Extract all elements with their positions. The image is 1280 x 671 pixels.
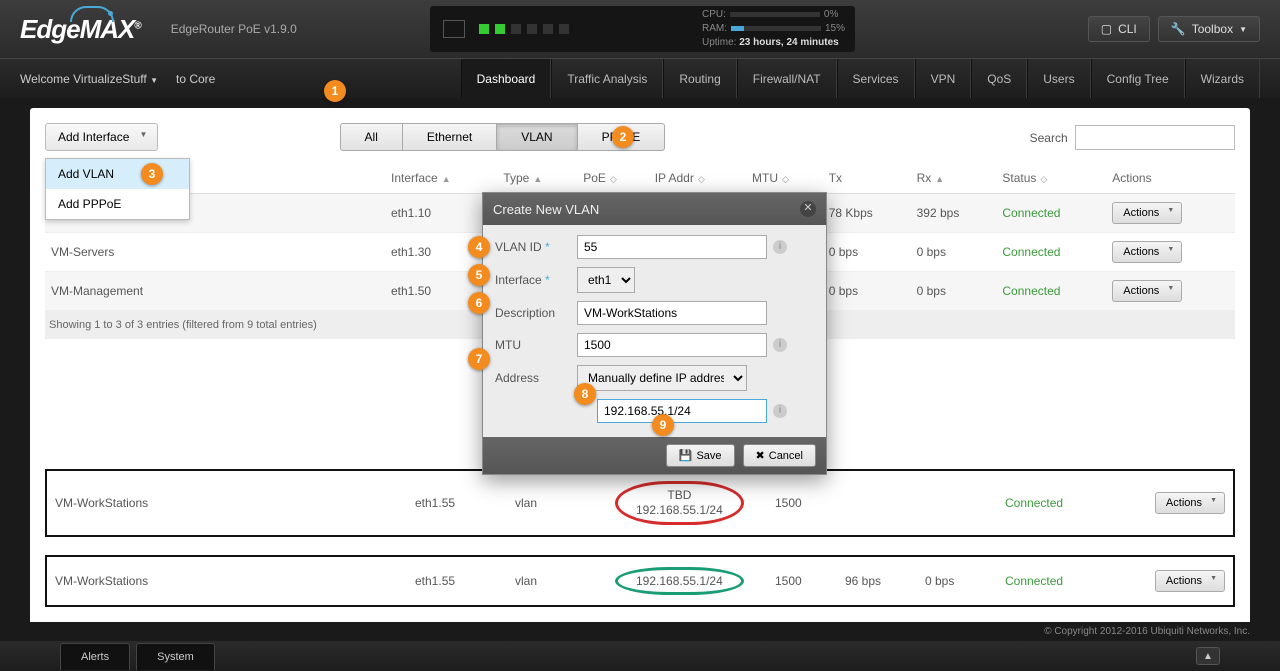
row-actions-button[interactable]: Actions bbox=[1155, 492, 1225, 514]
cli-button[interactable]: ▢CLI bbox=[1088, 16, 1150, 42]
col-tx[interactable]: Tx bbox=[823, 163, 911, 194]
tab-dashboard[interactable]: Dashboard bbox=[461, 59, 552, 98]
modal-title: Create New VLAN bbox=[493, 202, 599, 217]
to-core-link[interactable]: to Core bbox=[176, 72, 215, 86]
add-interface-button[interactable]: Add Interface bbox=[45, 123, 158, 151]
col-ip[interactable]: IP Addr◇ bbox=[649, 163, 746, 194]
footer-tab-system[interactable]: System bbox=[136, 643, 215, 670]
tab-config-tree[interactable]: Config Tree bbox=[1091, 59, 1185, 98]
info-icon[interactable]: i bbox=[773, 404, 787, 418]
step-badge-9: 9 bbox=[652, 414, 674, 436]
step-badge-7: 7 bbox=[468, 348, 490, 370]
logo: EdgeMAX® bbox=[20, 14, 141, 45]
step-badge-3: 3 bbox=[141, 163, 163, 185]
col-type[interactable]: Type▲ bbox=[497, 163, 577, 194]
save-icon: 💾 bbox=[679, 449, 693, 462]
search-box: Search bbox=[1030, 125, 1235, 150]
address-label: Address bbox=[495, 371, 577, 385]
top-bar: EdgeMAX® EdgeRouter PoE v1.9.0 CPU:0% RA… bbox=[0, 0, 1280, 58]
cancel-icon: ✖ bbox=[756, 449, 765, 462]
product-name: EdgeRouter PoE v1.9.0 bbox=[171, 22, 297, 36]
led-2 bbox=[495, 24, 505, 34]
step-badge-4: 4 bbox=[468, 236, 490, 258]
system-panel: CPU:0% RAM:15% Uptime: 23 hours, 24 minu… bbox=[430, 6, 855, 52]
result-row-pending: VM-WorkStations eth1.55 vlan TBD192.168.… bbox=[45, 469, 1235, 537]
save-button[interactable]: 💾Save bbox=[666, 444, 735, 467]
filter-all[interactable]: All bbox=[340, 123, 403, 151]
description-label: Description bbox=[495, 306, 577, 320]
result-row-final: VM-WorkStations eth1.55 vlan 192.168.55.… bbox=[45, 555, 1235, 607]
system-stats: CPU:0% RAM:15% Uptime: 23 hours, 24 minu… bbox=[702, 8, 845, 50]
tab-vpn[interactable]: VPN bbox=[915, 59, 972, 98]
info-icon[interactable]: i bbox=[773, 338, 787, 352]
port-icon bbox=[443, 20, 465, 38]
col-interface[interactable]: Interface▲ bbox=[385, 163, 497, 194]
add-vlan-item[interactable]: Add VLAN bbox=[46, 159, 189, 189]
led-5 bbox=[543, 24, 553, 34]
led-4 bbox=[527, 24, 537, 34]
ip-address-input[interactable] bbox=[597, 399, 767, 423]
add-pppoe-item[interactable]: Add PPPoE bbox=[46, 189, 189, 219]
footer-bar: Alerts System ▲ bbox=[0, 641, 1280, 671]
filter-ethernet[interactable]: Ethernet bbox=[402, 123, 497, 151]
ip-pending-highlight: TBD192.168.55.1/24 bbox=[615, 481, 744, 525]
copyright: © Copyright 2012-2016 Ubiquiti Networks,… bbox=[0, 622, 1280, 641]
tab-users[interactable]: Users bbox=[1027, 59, 1090, 98]
row-actions-button[interactable]: Actions bbox=[1112, 280, 1182, 302]
tab-traffic-analysis[interactable]: Traffic Analysis bbox=[551, 59, 663, 98]
tab-qos[interactable]: QoS bbox=[971, 59, 1027, 98]
interface-label: Interface * bbox=[495, 273, 577, 287]
footer-tab-alerts[interactable]: Alerts bbox=[60, 643, 130, 670]
nav-row: Welcome VirtualizeStuff ▼ to Core Dashbo… bbox=[0, 58, 1280, 98]
vlanid-input[interactable] bbox=[577, 235, 767, 259]
led-1 bbox=[479, 24, 489, 34]
filter-vlan[interactable]: VLAN bbox=[496, 123, 577, 151]
tab-routing[interactable]: Routing bbox=[663, 59, 736, 98]
address-mode-select[interactable]: Manually define IP address bbox=[577, 365, 747, 391]
col-rx[interactable]: Rx▲ bbox=[911, 163, 997, 194]
footer-expand-button[interactable]: ▲ bbox=[1196, 647, 1220, 665]
search-label: Search bbox=[1030, 131, 1068, 145]
welcome-user[interactable]: Welcome VirtualizeStuff ▼ bbox=[20, 72, 158, 86]
row-actions-button[interactable]: Actions bbox=[1112, 202, 1182, 224]
tab-wizards[interactable]: Wizards bbox=[1185, 59, 1260, 98]
col-mtu[interactable]: MTU◇ bbox=[746, 163, 823, 194]
step-badge-5: 5 bbox=[468, 264, 490, 286]
col-poe[interactable]: PoE◇ bbox=[577, 163, 649, 194]
tab-firewall-nat[interactable]: Firewall/NAT bbox=[737, 59, 837, 98]
add-interface-menu: Add VLAN Add PPPoE bbox=[45, 158, 190, 220]
close-icon[interactable]: ✕ bbox=[800, 201, 816, 217]
search-input[interactable] bbox=[1075, 125, 1235, 150]
vlanid-label: VLAN ID * bbox=[495, 240, 577, 254]
description-input[interactable] bbox=[577, 301, 767, 325]
col-actions: Actions bbox=[1106, 163, 1235, 194]
col-status[interactable]: Status◇ bbox=[996, 163, 1106, 194]
info-icon[interactable]: i bbox=[773, 240, 787, 254]
step-badge-2: 2 bbox=[612, 126, 634, 148]
ip-final-highlight: 192.168.55.1/24 bbox=[615, 567, 744, 595]
step-badge-8: 8 bbox=[574, 383, 596, 405]
step-badge-1: 1 bbox=[324, 80, 346, 102]
toolbox-button[interactable]: 🔧Toolbox▼ bbox=[1158, 16, 1260, 42]
led-6 bbox=[559, 24, 569, 34]
interface-select[interactable]: eth1 bbox=[577, 267, 635, 293]
cancel-button[interactable]: ✖Cancel bbox=[743, 444, 816, 467]
wrench-icon: 🔧 bbox=[1171, 22, 1186, 36]
led-3 bbox=[511, 24, 521, 34]
tab-services[interactable]: Services bbox=[837, 59, 915, 98]
mtu-label: MTU bbox=[495, 338, 577, 352]
terminal-icon: ▢ bbox=[1101, 22, 1112, 36]
mtu-input[interactable] bbox=[577, 333, 767, 357]
step-badge-6: 6 bbox=[468, 292, 490, 314]
row-actions-button[interactable]: Actions bbox=[1112, 241, 1182, 263]
main-tabs: Dashboard Traffic Analysis Routing Firew… bbox=[461, 59, 1260, 98]
modal-title-bar: Create New VLAN ✕ bbox=[483, 193, 826, 225]
row-actions-button[interactable]: Actions bbox=[1155, 570, 1225, 592]
